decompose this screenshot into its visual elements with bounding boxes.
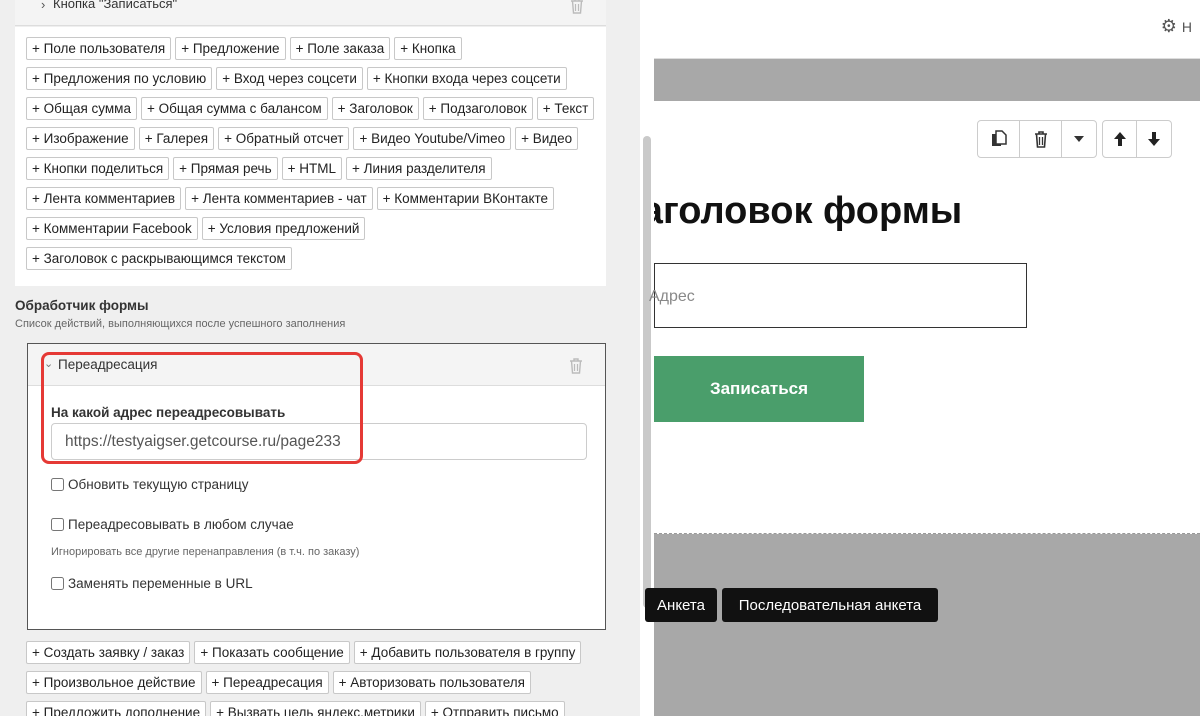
arrow-up-icon bbox=[1113, 132, 1126, 146]
caret-down-icon bbox=[1074, 136, 1084, 142]
settings-button[interactable]: ⚙ Н bbox=[1161, 16, 1192, 37]
add-block-button[interactable]: + Лента комментариев bbox=[26, 187, 182, 210]
add-action-button[interactable]: + Добавить пользователя в группу bbox=[353, 641, 582, 664]
add-block-button[interactable]: + Обратный отсчет bbox=[218, 127, 350, 150]
block-card-signup-button[interactable]: › Кнопка "Записаться" bbox=[15, 0, 606, 26]
redirect-action-card: ⌄ Переадресация На какой адрес переадрес… bbox=[27, 343, 606, 630]
chevron-down-icon[interactable]: ⌄ bbox=[44, 357, 53, 370]
move-down-button[interactable] bbox=[1137, 121, 1171, 157]
form-handler-subtitle: Список действий, выполняющихся после усп… bbox=[15, 318, 346, 330]
copy-button[interactable] bbox=[978, 121, 1020, 157]
form-title: Заголовок формы bbox=[654, 190, 963, 232]
add-action-button[interactable]: + Отправить письмо bbox=[424, 701, 565, 716]
redirect-url-label: На какой адрес переадресовывать bbox=[51, 405, 286, 420]
add-block-button[interactable]: + Подзаголовок bbox=[422, 97, 533, 120]
redirect-action-header[interactable]: ⌄ Переадресация bbox=[28, 344, 605, 386]
refresh-page-option[interactable]: Обновить текущую страницу bbox=[51, 477, 249, 492]
refresh-page-checkbox[interactable] bbox=[51, 478, 64, 491]
block-card-label: Кнопка "Записаться" bbox=[53, 0, 178, 11]
add-block-button[interactable]: + Изображение bbox=[26, 127, 135, 150]
add-action-button[interactable]: + Создать заявку / заказ bbox=[26, 641, 191, 664]
chevron-right-icon[interactable]: › bbox=[41, 0, 45, 12]
add-block-button[interactable]: + Общая сумма с балансом bbox=[140, 97, 328, 120]
move-up-button[interactable] bbox=[1103, 121, 1137, 157]
add-action-button[interactable]: + Предложить дополнение bbox=[26, 701, 207, 716]
add-action-button[interactable]: + Вызвать цель яндекс.метрики bbox=[210, 701, 421, 716]
add-block-button[interactable]: + Общая сумма bbox=[26, 97, 137, 120]
always-redirect-checkbox[interactable] bbox=[51, 518, 64, 531]
add-block-button[interactable]: + Видео Youtube/Vimeo bbox=[353, 127, 512, 150]
add-block-button[interactable]: + Линия разделителя bbox=[346, 157, 492, 180]
add-block-panel: + Поле пользователя + Предложение + Поле з… bbox=[15, 27, 606, 286]
redirect-url-input[interactable] bbox=[51, 423, 587, 460]
always-redirect-label: Переадресовывать в любом случае bbox=[68, 517, 294, 532]
add-block-button[interactable]: + Прямая речь bbox=[173, 157, 278, 180]
settings-label: Н bbox=[1181, 19, 1192, 35]
move-toolbar bbox=[1102, 120, 1172, 158]
add-block-button[interactable]: + Кнопки поделиться bbox=[26, 157, 170, 180]
replace-vars-option[interactable]: Заменять переменные в URL bbox=[51, 576, 253, 591]
add-block-button[interactable]: + Поле пользователя bbox=[26, 37, 172, 60]
add-action-button[interactable]: + Переадресация bbox=[205, 671, 329, 694]
add-block-button[interactable]: + Вход через соцсети bbox=[216, 67, 363, 90]
add-block-button[interactable]: + Заголовок bbox=[331, 97, 419, 120]
add-block-button[interactable]: + Лента комментариев - чат bbox=[185, 187, 373, 210]
email-input[interactable]: Адрес bbox=[649, 263, 1027, 328]
redirect-action-label: Переадресация bbox=[58, 357, 158, 372]
delete-button[interactable] bbox=[1020, 121, 1062, 157]
add-action-button[interactable]: + Произвольное действие bbox=[26, 671, 202, 694]
add-block-button[interactable]: + Условия предложений bbox=[201, 217, 366, 240]
block-toolbar bbox=[977, 120, 1097, 158]
arrow-down-icon bbox=[1148, 132, 1160, 146]
refresh-page-label: Обновить текущую страницу bbox=[68, 477, 249, 492]
add-block-button[interactable]: + HTML bbox=[281, 157, 343, 180]
add-block-button[interactable]: + Поле заказа bbox=[289, 37, 391, 60]
preview-topbar: ⚙ Н bbox=[654, 0, 1200, 59]
add-block-button[interactable]: + Заголовок с раскрывающимся текстом bbox=[26, 247, 292, 270]
add-block-button[interactable]: + Кнопки входа через соцсети bbox=[366, 67, 567, 90]
add-block-button[interactable]: + Комментарии Facebook bbox=[26, 217, 198, 240]
add-block-button[interactable]: + Комментарии ВКонтакте bbox=[376, 187, 555, 210]
add-block-button[interactable]: + Предложение bbox=[175, 37, 286, 60]
gear-icon: ⚙ bbox=[1160, 16, 1177, 36]
survey-button[interactable]: Анкета bbox=[645, 588, 717, 622]
replace-vars-label: Заменять переменные в URL bbox=[68, 576, 253, 591]
add-action-buttons: + Создать заявку / заказ + Показать сообщ… bbox=[26, 641, 606, 716]
add-block-button[interactable]: + Кнопка bbox=[394, 37, 462, 60]
trash-icon[interactable] bbox=[570, 0, 584, 19]
add-block-button[interactable]: + Предложения по условию bbox=[26, 67, 213, 90]
scrollbar-thumb[interactable] bbox=[643, 136, 651, 608]
add-action-button[interactable]: + Авторизовать пользователя bbox=[332, 671, 531, 694]
email-placeholder: Адрес bbox=[649, 288, 695, 305]
add-block-buttons: + Поле пользователя + Предложение + Поле з… bbox=[26, 37, 596, 270]
form-handler-title: Обработчик формы bbox=[15, 298, 149, 313]
add-block-button[interactable]: + Текст bbox=[536, 97, 595, 120]
add-block-button[interactable]: + Видео bbox=[515, 127, 579, 150]
always-redirect-hint: Игнорировать все другие перенаправления … bbox=[51, 546, 360, 558]
add-action-button[interactable]: + Показать сообщение bbox=[194, 641, 350, 664]
trash-icon bbox=[1034, 130, 1047, 148]
more-dropdown-button[interactable] bbox=[1062, 121, 1096, 157]
trash-icon[interactable] bbox=[569, 358, 583, 379]
copy-icon bbox=[991, 130, 1007, 146]
add-block-button[interactable]: + Галерея bbox=[138, 127, 215, 150]
replace-vars-checkbox[interactable] bbox=[51, 577, 64, 590]
sequential-survey-button[interactable]: Последовательная анкета bbox=[722, 588, 938, 622]
editor-panel: › Кнопка "Записаться" + Поле пользовател… bbox=[0, 0, 654, 716]
always-redirect-option[interactable]: Переадресовывать в любом случае bbox=[51, 517, 294, 532]
submit-button[interactable]: Записаться bbox=[654, 356, 864, 422]
